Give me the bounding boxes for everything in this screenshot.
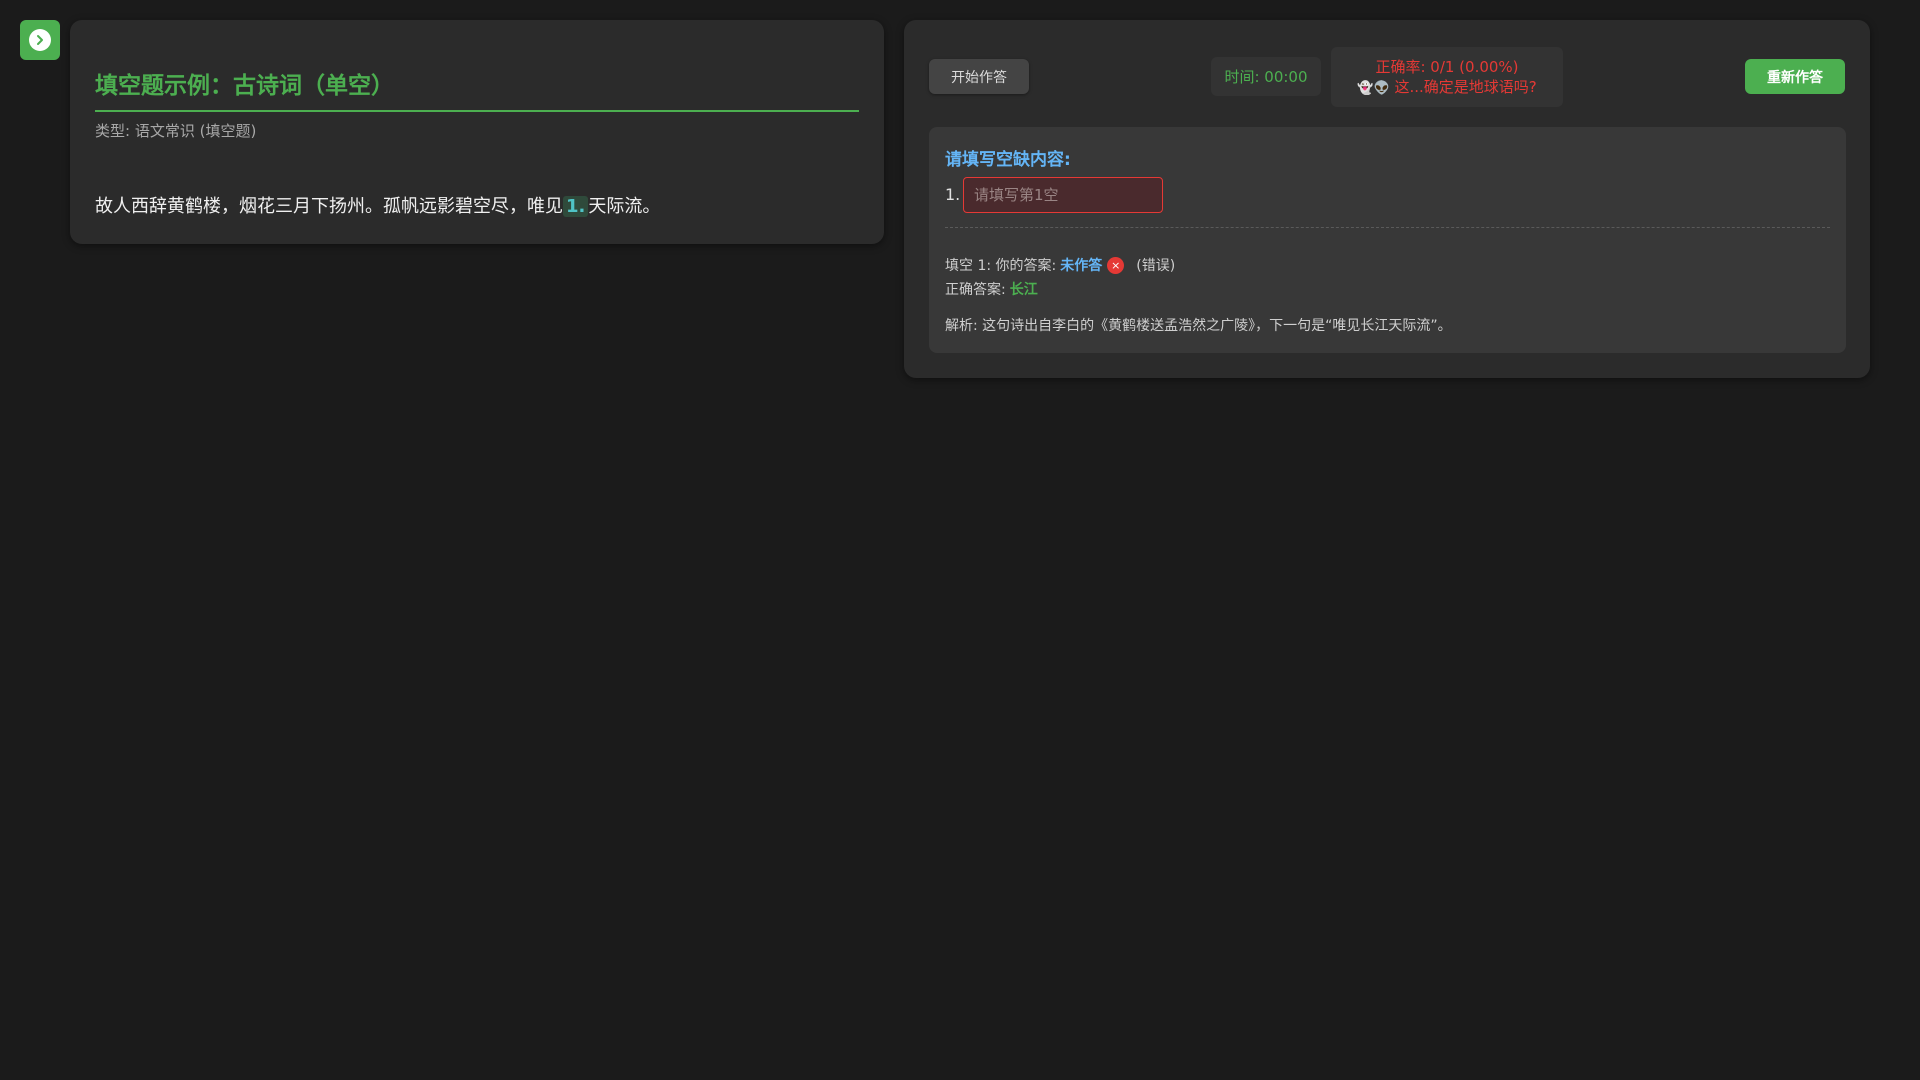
wrong-x-icon: × <box>1107 256 1125 274</box>
blank-1-input[interactable] <box>963 177 1163 213</box>
correct-answer-value: 长江 <box>1009 282 1038 298</box>
timer-display: 时间: 00:00 <box>1211 57 1321 96</box>
answer-panel: 开始作答 时间: 00:00 正确率: 0/1 (0.00%) 👻👽 这...确… <box>904 20 1870 378</box>
question-text: 故人西辞黄鹤楼，烟花三月下扬州。孤帆远影碧空尽，唯见 1. 天际流。 <box>95 192 660 218</box>
question-text-before: 故人西辞黄鹤楼，烟花三月下扬州。孤帆远影碧空尽，唯见 <box>95 196 563 217</box>
ghost-alien-icon: 👻👽 <box>1357 81 1390 96</box>
accuracy-value: 正确率: 0/1 (0.00%) <box>1375 58 1519 76</box>
divider <box>945 227 1830 228</box>
feedback-your-answer: 填空 1: 你的答案: 未作答 × (错误) <box>945 255 1175 275</box>
feedback-correct-answer: 正确答案: 长江 <box>945 279 1038 299</box>
question-panel: 填空题示例：古诗词（单空） 类型: 语文常识 (填空题) 故人西辞黄鹤楼，烟花三… <box>70 20 884 244</box>
sidebar-toggle-button[interactable] <box>20 20 60 60</box>
start-answer-button[interactable]: 开始作答 <box>929 59 1029 94</box>
chevron-right-icon <box>29 29 51 51</box>
accuracy-display: 正确率: 0/1 (0.00%) 👻👽 这...确定是地球语吗? <box>1331 47 1563 107</box>
your-answer-value: 未作答 <box>1060 258 1103 274</box>
blank-marker[interactable]: 1. <box>563 196 589 217</box>
accuracy-comment: 这...确定是地球语吗? <box>1394 78 1537 96</box>
analysis-text: 解析: 这句诗出自李白的《黄鹤楼送孟浩然之广陵》，下一句是“唯见长江天际流”。 <box>945 318 1452 334</box>
accuracy-comment-line: 👻👽 这...确定是地球语吗? <box>1331 77 1563 99</box>
feedback-prefix: 填空 1: 你的答案: <box>945 258 1057 274</box>
correct-prefix: 正确答案: <box>945 282 1006 298</box>
answer-box: 请填写空缺内容: 1. 填空 1: 你的答案: 未作答 × (错误) 正确答案:… <box>929 127 1846 353</box>
question-type: 类型: 语文常识 (填空题) <box>95 122 257 140</box>
question-title: 填空题示例：古诗词（单空） <box>95 66 859 112</box>
blank-number: 1. <box>945 185 961 204</box>
wrong-label: (错误) <box>1136 258 1176 274</box>
answer-prompt: 请填写空缺内容: <box>945 150 1071 170</box>
redo-button[interactable]: 重新作答 <box>1745 59 1845 94</box>
question-text-after: 天际流。 <box>588 196 661 217</box>
